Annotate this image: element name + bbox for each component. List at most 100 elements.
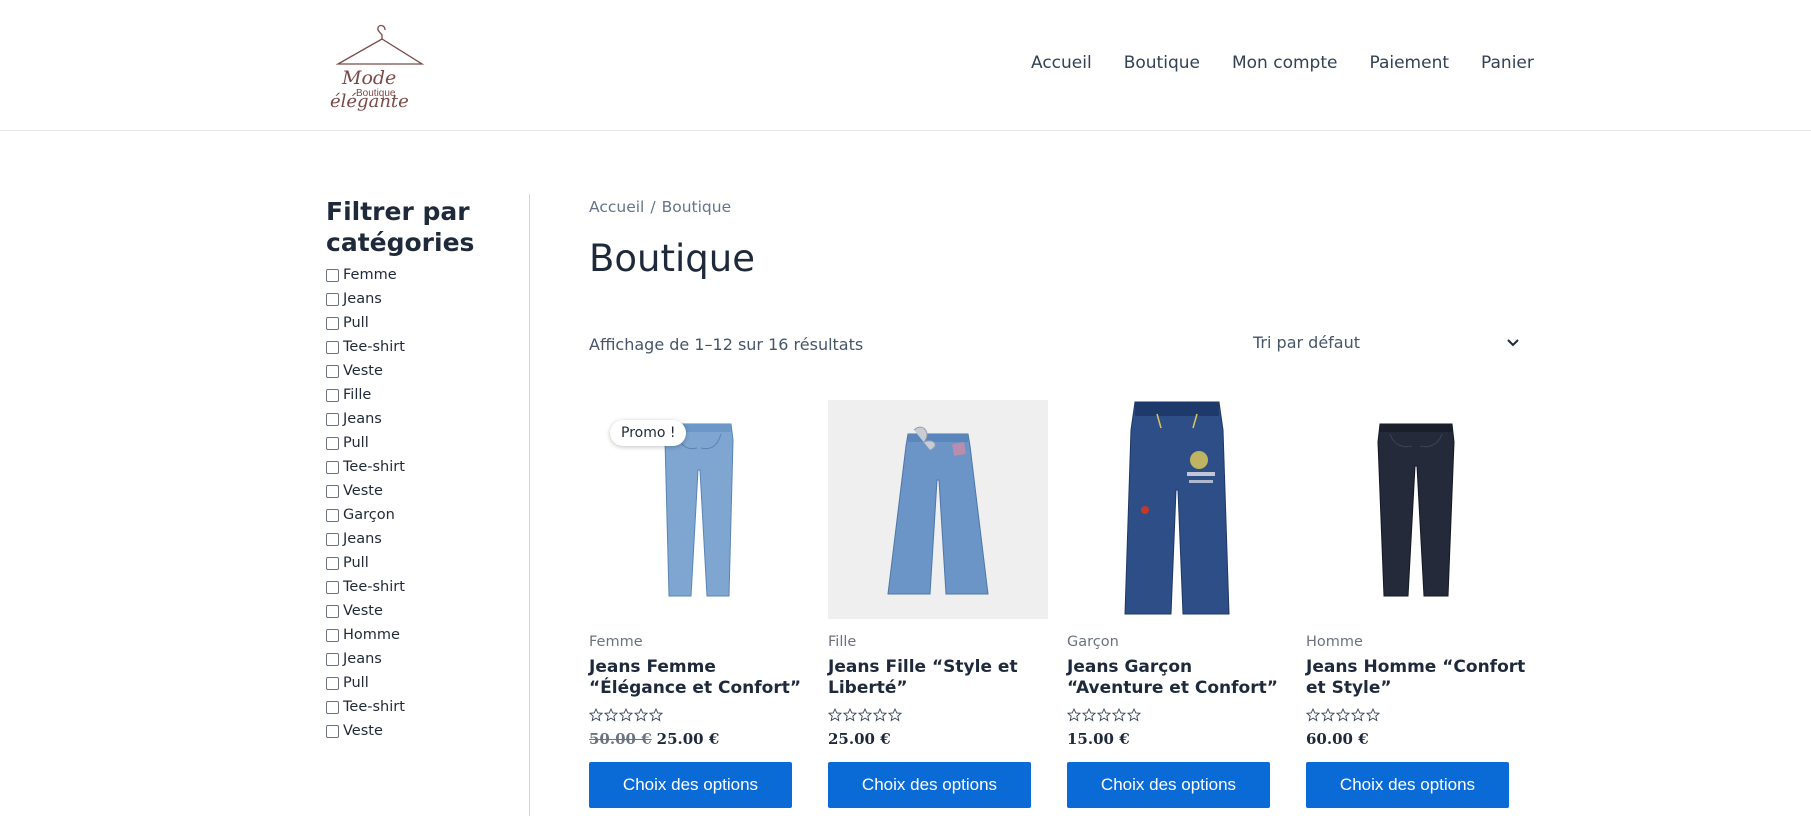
product-category: Fille [828, 634, 857, 650]
star-empty-icon [873, 708, 887, 722]
hanger-logo-icon: Mode Boutique élégante [330, 24, 425, 112]
dark-navy-jeans-icon [1377, 423, 1455, 596]
breadcrumb-home[interactable]: Accueil [589, 198, 644, 216]
price-value: 25.00 € [828, 730, 891, 748]
category-checkbox[interactable] [326, 340, 339, 354]
sidebar-divider [529, 194, 530, 816]
category-checkbox[interactable] [326, 700, 339, 714]
category-label: Pull [343, 555, 369, 571]
category-label: Fille [343, 387, 372, 403]
star-empty-icon [619, 708, 633, 722]
wide-leg-jeans-icon [887, 426, 989, 594]
product-price: 15.00 € [1067, 730, 1287, 748]
category-checkbox[interactable] [326, 580, 339, 594]
category-checkbox[interactable] [326, 628, 339, 642]
product-card: Fille Jeans Fille “Style et Liberté” 25.… [828, 400, 1048, 808]
site-logo[interactable]: Mode Boutique élégante [328, 12, 432, 116]
star-empty-icon [1336, 708, 1350, 722]
star-empty-icon [634, 708, 648, 722]
category-label: Tee-shirt [343, 699, 405, 715]
star-empty-icon [1321, 708, 1335, 722]
rating-stars [1067, 708, 1287, 723]
product-title[interactable]: Jeans Fille “Style et Liberté” [828, 657, 1048, 699]
product-image[interactable] [1067, 400, 1287, 619]
category-label: Jeans [343, 411, 382, 427]
category-checkbox[interactable] [326, 412, 339, 426]
nav-boutique[interactable]: Boutique [1124, 53, 1200, 73]
category-item[interactable]: Tee-shirt [326, 695, 506, 719]
category-checkbox[interactable] [326, 556, 339, 570]
category-label: Tee-shirt [343, 579, 405, 595]
category-item[interactable]: Tee-shirt [326, 575, 506, 599]
breadcrumb-separator: / [650, 198, 656, 216]
product-title[interactable]: Jeans Homme “Confort et Style” [1306, 657, 1526, 699]
category-item[interactable]: Veste [326, 479, 506, 503]
category-checkbox[interactable] [326, 292, 339, 306]
star-empty-icon [828, 708, 842, 722]
star-empty-icon [604, 708, 618, 722]
category-checkbox[interactable] [326, 652, 339, 666]
category-checkbox[interactable] [326, 508, 339, 522]
category-item[interactable]: Fille [326, 383, 506, 407]
category-checkbox[interactable] [326, 484, 339, 498]
category-checkbox[interactable] [326, 532, 339, 546]
category-checkbox[interactable] [326, 724, 339, 738]
product-card: Promo ! Femme Jeans Femme “Élégance et C… [589, 400, 809, 808]
product-image[interactable] [828, 400, 1048, 619]
price-value: 60.00 € [1306, 730, 1369, 748]
nav-panier[interactable]: Panier [1481, 53, 1534, 73]
select-options-button[interactable]: Choix des options [828, 762, 1031, 808]
category-label: Veste [343, 483, 383, 499]
select-options-button[interactable]: Choix des options [1067, 762, 1270, 808]
filter-title: Filtrer par catégories [326, 197, 475, 257]
star-empty-icon [649, 708, 663, 722]
category-item[interactable]: Tee-shirt [326, 335, 506, 359]
category-checkbox[interactable] [326, 364, 339, 378]
nav-paiement[interactable]: Paiement [1369, 53, 1449, 73]
select-options-button[interactable]: Choix des options [589, 762, 792, 808]
category-item[interactable]: Jeans [326, 407, 506, 431]
category-checkbox[interactable] [326, 268, 339, 282]
product-image[interactable]: Promo ! [589, 400, 809, 619]
price-value: 15.00 € [1067, 730, 1130, 748]
kids-dark-jeans-icon [1124, 401, 1230, 615]
category-checkbox[interactable] [326, 316, 339, 330]
promo-badge: Promo ! [610, 420, 687, 446]
star-empty-icon [1127, 708, 1141, 722]
category-checkbox[interactable] [326, 604, 339, 618]
category-list: Femme Jeans Pull Tee-shirt Veste Fille J… [326, 263, 506, 743]
light-blue-jeans-icon [664, 423, 734, 596]
category-item[interactable]: Veste [326, 359, 506, 383]
category-item[interactable]: Garçon [326, 503, 506, 527]
category-item[interactable]: Femme [326, 263, 506, 287]
category-item[interactable]: Homme [326, 623, 506, 647]
nav-mon-compte[interactable]: Mon compte [1232, 53, 1337, 73]
category-item[interactable]: Pull [326, 311, 506, 335]
star-empty-icon [888, 708, 902, 722]
category-checkbox[interactable] [326, 388, 339, 402]
category-item[interactable]: Veste [326, 599, 506, 623]
select-options-button[interactable]: Choix des options [1306, 762, 1509, 808]
category-item[interactable]: Jeans [326, 527, 506, 551]
product-title[interactable]: Jeans Garçon “Aventure et Confort” [1067, 657, 1287, 699]
category-checkbox[interactable] [326, 460, 339, 474]
sort-dropdown[interactable]: Tri par défaut [1253, 328, 1521, 356]
product-image[interactable] [1306, 400, 1526, 619]
nav-accueil[interactable]: Accueil [1031, 53, 1092, 73]
category-item[interactable]: Jeans [326, 287, 506, 311]
category-checkbox[interactable] [326, 676, 339, 690]
main-nav: Accueil Boutique Mon compte Paiement Pan… [1031, 53, 1534, 73]
category-label: Jeans [343, 531, 382, 547]
rating-stars [1306, 708, 1526, 723]
category-item[interactable]: Tee-shirt [326, 455, 506, 479]
rating-stars [589, 708, 809, 723]
category-item[interactable]: Jeans [326, 647, 506, 671]
category-label: Veste [343, 723, 383, 739]
category-item[interactable]: Pull [326, 671, 506, 695]
rating-stars [828, 708, 1048, 723]
category-item[interactable]: Pull [326, 431, 506, 455]
category-checkbox[interactable] [326, 436, 339, 450]
category-item[interactable]: Veste [326, 719, 506, 743]
category-item[interactable]: Pull [326, 551, 506, 575]
product-title[interactable]: Jeans Femme “Élégance et Confort” [589, 657, 809, 699]
